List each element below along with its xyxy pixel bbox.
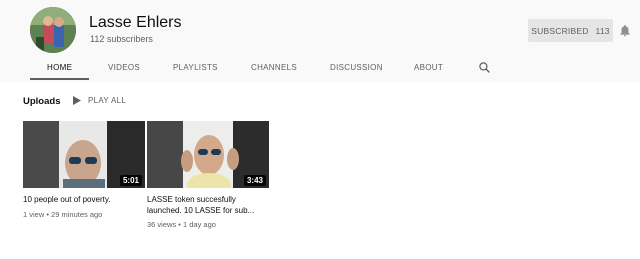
- play-all-label: PLAY ALL: [88, 96, 127, 105]
- video-title[interactable]: 10 people out of poverty.: [23, 195, 145, 206]
- tab-videos[interactable]: VIDEOS: [108, 63, 140, 72]
- video-meta: 36 views • 1 day ago: [147, 220, 216, 229]
- video-duration: 5:01: [119, 175, 142, 186]
- video-duration: 3:43: [243, 175, 266, 186]
- section-title: Uploads: [23, 96, 61, 107]
- tab-discussion[interactable]: DISCUSSION: [330, 63, 383, 72]
- search-icon[interactable]: [478, 61, 491, 74]
- channel-tabs: HOME VIDEOS PLAYLISTS CHANNELS DISCUSSIO…: [0, 56, 640, 82]
- video-thumbnail[interactable]: 3:43: [147, 121, 269, 188]
- channel-header: Lasse Ehlers 112 subscribers SUBSCRIBED …: [0, 0, 640, 82]
- video-title-line: 10 people out of poverty.: [23, 195, 111, 204]
- tab-about[interactable]: ABOUT: [414, 63, 443, 72]
- tab-home[interactable]: HOME: [47, 63, 72, 72]
- active-tab-indicator: [30, 78, 89, 80]
- tab-channels[interactable]: CHANNELS: [251, 63, 297, 72]
- play-icon: [73, 96, 81, 105]
- channel-name: Lasse Ehlers: [89, 14, 182, 31]
- subscribed-count: 113: [595, 25, 610, 36]
- video-meta: 1 view • 29 minutes ago: [23, 209, 103, 219]
- video-thumbnail[interactable]: 5:01: [23, 121, 145, 188]
- play-all-button[interactable]: PLAY ALL: [73, 96, 126, 105]
- tab-playlists[interactable]: PLAYLISTS: [173, 63, 218, 72]
- video-card[interactable]: 3:43 LASSE token succesfully launched. 1…: [147, 121, 269, 229]
- subscriber-count: 112 subscribers: [90, 34, 153, 44]
- video-title[interactable]: LASSE token succesfully launched. 10 LAS…: [147, 195, 269, 216]
- avatar[interactable]: [30, 7, 76, 53]
- video-title-line: launched. 10 LASSE for sub...: [147, 205, 255, 215]
- bell-icon[interactable]: [618, 23, 632, 38]
- subscribed-label: SUBSCRIBED: [531, 25, 589, 36]
- video-title-line: LASSE token succesfully: [147, 195, 236, 204]
- video-card[interactable]: 5:01 10 people out of poverty. 1 view • …: [23, 121, 145, 219]
- subscribed-button[interactable]: SUBSCRIBED 113: [528, 19, 613, 42]
